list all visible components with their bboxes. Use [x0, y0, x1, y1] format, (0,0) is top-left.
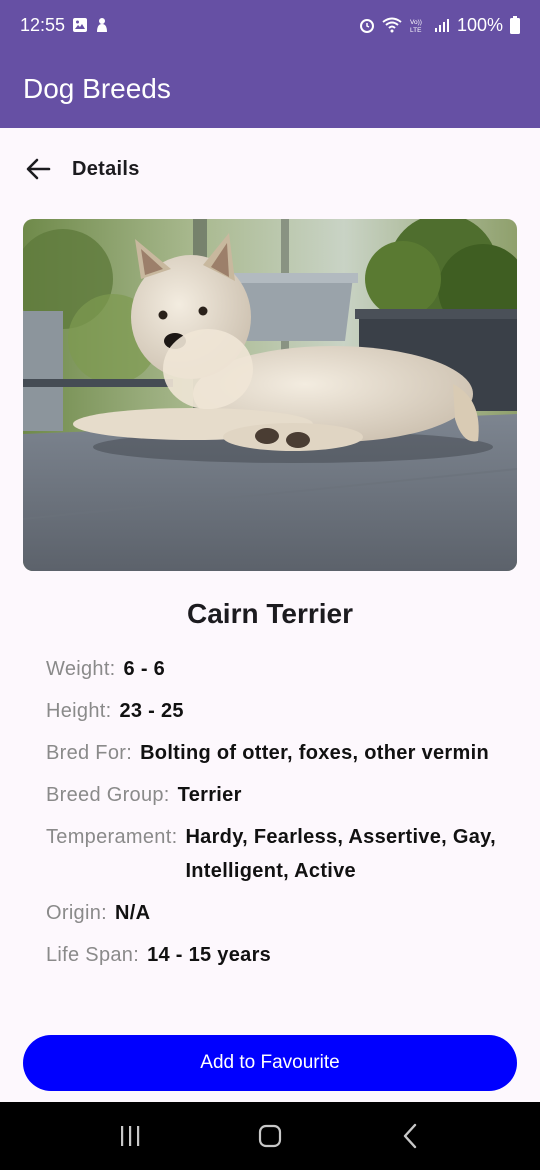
temperament-value: Hardy, Fearless, Assertive, Gay, Intelli… [185, 826, 496, 882]
back-icon [403, 1123, 417, 1149]
info-row-temperament: Temperament: Hardy, Fearless, Assertive,… [46, 820, 506, 888]
details-title: Details [72, 157, 140, 180]
info-row-bred-for: Bred For: Bolting of otter, foxes, other… [46, 736, 506, 770]
svg-text:Vo)): Vo)) [410, 19, 422, 26]
weight-label: Weight: [46, 658, 116, 680]
weight-value: 6 - 6 [123, 658, 166, 680]
height-label: Height: [46, 700, 112, 722]
status-bar: 12:55 Vo)) LTE 100% [0, 0, 540, 50]
info-row-life-span: Life Span: 14 - 15 years [46, 938, 506, 972]
home-button[interactable] [240, 1106, 300, 1166]
system-nav-bar [0, 1102, 540, 1170]
details-header: Details [22, 148, 140, 190]
arrow-back-icon [26, 158, 51, 180]
height-value: 23 - 25 [119, 700, 184, 722]
status-right: Vo)) LTE 100% [359, 15, 520, 36]
breed-group-value: Terrier [177, 784, 242, 806]
breed-group-label: Breed Group: [46, 784, 170, 806]
app-title: Dog Breeds [23, 73, 171, 104]
breed-info-list: Weight: 6 - 6 Height: 23 - 25 Bred For: … [46, 652, 506, 980]
info-row-breed-group: Breed Group: Terrier [46, 778, 506, 812]
origin-label: Origin: [46, 902, 108, 924]
wifi-icon [382, 17, 402, 33]
dog-image [23, 219, 517, 571]
info-row-height: Height: 23 - 25 [46, 694, 506, 728]
info-row-weight: Weight: 6 - 6 [46, 652, 506, 686]
temperament-label: Temperament: [46, 826, 178, 848]
life-span-label: Life Span: [46, 944, 140, 966]
gallery-icon [72, 17, 88, 33]
battery-percentage: 100% [456, 14, 503, 35]
origin-value: N/A [115, 902, 151, 924]
life-span-value: 14 - 15 years [147, 944, 272, 966]
battery-icon [510, 16, 520, 34]
notification-icon [95, 17, 109, 33]
recent-apps-button[interactable] [100, 1106, 160, 1166]
status-time: 12:55 [20, 14, 66, 35]
info-row-origin: Origin: N/A [46, 896, 506, 930]
status-left: 12:55 [20, 15, 109, 36]
back-button[interactable] [22, 153, 54, 185]
app-bar: Dog Breeds [0, 50, 540, 128]
alarm-icon [359, 17, 375, 33]
bred-for-value: Bolting of otter, foxes, other vermin [140, 742, 489, 764]
recent-apps-icon [121, 1126, 140, 1146]
svg-text:LTE: LTE [410, 27, 422, 33]
bred-for-label: Bred For: [46, 742, 133, 764]
nav-back-button[interactable] [380, 1106, 440, 1166]
add-to-favourite-button[interactable]: Add to Favourite [23, 1035, 517, 1091]
breed-name: Cairn Terrier [187, 598, 353, 629]
signal-icon [434, 17, 450, 33]
volte-icon: Vo)) LTE [409, 17, 427, 33]
home-icon [258, 1124, 282, 1148]
